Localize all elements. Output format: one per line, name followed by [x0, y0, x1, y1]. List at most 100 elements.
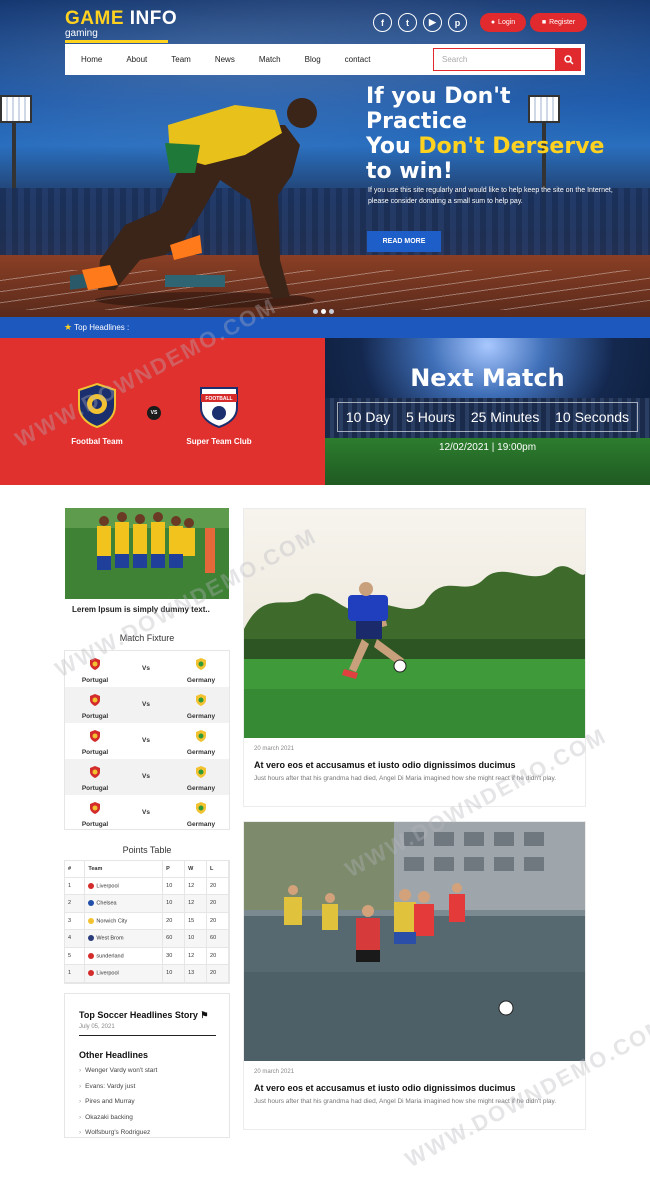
table-row[interactable]: 1 Liverpool 10 12 20 — [65, 877, 229, 895]
fixture-home-name: Portugal — [81, 821, 109, 828]
login-button[interactable]: ● Login — [480, 13, 526, 32]
fixture-away-name: Germany — [186, 749, 216, 756]
fixture-home-name: Portugal — [81, 677, 109, 684]
table-row[interactable]: 1 Liverpool 10 13 20 — [65, 964, 229, 983]
vs-badge: VS — [147, 406, 161, 420]
fixture-row[interactable]: Portugal Vs Germany — [65, 759, 229, 795]
nav-match[interactable]: Match — [259, 55, 281, 64]
portugal-badge-icon — [90, 694, 100, 706]
headlines-date: July 05, 2021 — [79, 1024, 115, 1030]
post-title[interactable]: At vero eos et accusamus et iusto odio d… — [254, 760, 516, 770]
liverpool-badge-icon — [88, 882, 95, 889]
top-headlines-ticker: ★ Top Headlines : — [0, 317, 650, 338]
points-p: 10 — [162, 964, 186, 983]
nav-about[interactable]: About — [126, 55, 147, 64]
search-button[interactable] — [556, 48, 581, 71]
points-rank: 1 — [65, 964, 86, 983]
nav-home[interactable]: Home — [81, 55, 102, 64]
fixture-row[interactable]: Portugal Vs Germany — [65, 687, 229, 723]
slider-dot-3[interactable] — [329, 309, 334, 314]
table-row[interactable]: 3 Norwich City 20 15 20 — [65, 912, 229, 930]
search-input[interactable]: Search — [433, 48, 556, 71]
slider-dot-2[interactable] — [321, 309, 326, 314]
points-p: 60 — [162, 929, 186, 948]
slider-dot-1[interactable] — [313, 309, 318, 314]
hero-line-1: If you Don't — [366, 84, 511, 109]
fixture-away-name: Germany — [186, 677, 216, 684]
list-item[interactable]: › Evans: Vardy just — [79, 1083, 157, 1099]
club-crest-icon: FOOTBALL — [200, 387, 238, 429]
headline-text: Wolfsburg's Rodriguez — [85, 1129, 151, 1136]
fixture-home: Portugal — [65, 765, 125, 792]
list-item[interactable]: › Wenger Vardy won't start — [79, 1067, 157, 1083]
points-col-l: L — [206, 861, 229, 878]
hero-line-4: to win! — [366, 159, 453, 184]
list-item[interactable]: › Pires and Murray — [79, 1098, 157, 1114]
hero-line-3-white: You — [366, 134, 419, 159]
fixture-row[interactable]: Portugal Vs Germany — [65, 723, 229, 759]
table-row[interactable]: 5 sunderland 30 12 20 — [65, 947, 229, 965]
crest-text: FOOTBALL — [205, 396, 232, 402]
points-l: 60 — [206, 929, 229, 948]
points-table-title: Points Table — [122, 845, 172, 855]
points-team: Liverpool — [84, 964, 164, 983]
points-rank: 5 — [65, 947, 86, 965]
points-team: Norwich City — [84, 912, 164, 930]
facebook-icon[interactable]: f — [373, 13, 392, 32]
list-item[interactable]: › Wolfsburg's Rodriguez — [79, 1129, 157, 1145]
points-w: 12 — [184, 894, 208, 913]
fixture-home-name: Portugal — [81, 785, 109, 792]
points-table: # Team P W L 1 Liverpool 10 12 20 2 Chel… — [64, 860, 230, 984]
other-headlines-list: › Wenger Vardy won't start › Evans: Vardy … — [79, 1067, 157, 1145]
post-date: 20 march 2021 — [254, 1069, 295, 1075]
points-team: sunderland — [84, 947, 164, 965]
headline-text: Pires and Murray — [85, 1098, 135, 1105]
chevron-right-icon: › — [79, 1129, 82, 1136]
read-more-button[interactable]: READ MORE — [367, 231, 441, 252]
post-image[interactable] — [244, 822, 585, 1061]
points-rank: 3 — [65, 912, 86, 930]
brand-logo[interactable]: GAME INFO gaming — [65, 8, 177, 43]
headlines-title[interactable]: Top Soccer Headlines Story ⚑ — [79, 1010, 208, 1021]
social-links: f t ▶ p — [373, 13, 467, 32]
nav-news[interactable]: News — [215, 55, 235, 64]
fixture-home: Portugal — [65, 693, 125, 720]
chevron-right-icon: › — [79, 1067, 82, 1074]
post-date: 20 march 2021 — [254, 746, 295, 752]
away-team[interactable]: FOOTBALL Super Team Club — [174, 382, 264, 446]
youtube-icon[interactable]: ▶ — [423, 13, 442, 32]
search-icon — [563, 54, 574, 65]
points-l: 20 — [206, 964, 229, 983]
points-w: 13 — [184, 964, 208, 983]
post-title[interactable]: At vero eos et accusamus et iusto odio d… — [254, 1083, 516, 1093]
list-item[interactable]: › Okazaki backing — [79, 1114, 157, 1130]
home-team-name: Footbal Team — [71, 437, 123, 446]
headlines-card: Top Soccer Headlines Story ⚑ July 05, 20… — [64, 993, 230, 1138]
points-w: 10 — [184, 929, 208, 948]
portugal-badge-icon — [90, 802, 100, 814]
table-row[interactable]: 4 West Brom 60 10 60 — [65, 929, 229, 948]
match-date: 12/02/2021 | 19:00pm — [438, 442, 537, 453]
fixture-away: Germany — [171, 765, 231, 792]
main-navbar: Home About Team News Match Blog contact … — [65, 44, 585, 75]
table-row[interactable]: 2 Chelsea 10 12 20 — [65, 894, 229, 913]
fixture-vs: Vs — [142, 701, 150, 708]
hero-line-3-yellow: Don't Derserve — [418, 134, 605, 159]
register-button[interactable]: ■ Register — [530, 13, 587, 32]
portugal-badge-icon — [90, 766, 100, 778]
hero-line-2: Practice — [366, 109, 467, 134]
fixture-row[interactable]: Portugal Vs Germany — [65, 795, 229, 831]
fixture-away: Germany — [171, 693, 231, 720]
countdown-timer: 10 Day 5 Hours 25 Minutes 10 Seconds — [337, 402, 638, 432]
points-w: 12 — [184, 947, 208, 965]
points-w: 15 — [184, 912, 208, 930]
user-icon: ● — [490, 19, 496, 26]
pinterest-icon[interactable]: p — [448, 13, 467, 32]
other-headlines-title: Other Headlines — [79, 1050, 149, 1060]
cart-icon: ■ — [541, 19, 547, 26]
nav-blog[interactable]: Blog — [305, 55, 321, 64]
twitter-icon[interactable]: t — [398, 13, 417, 32]
brand-underline — [65, 40, 168, 43]
nav-contact[interactable]: contact — [345, 55, 371, 64]
nav-team[interactable]: Team — [171, 55, 191, 64]
